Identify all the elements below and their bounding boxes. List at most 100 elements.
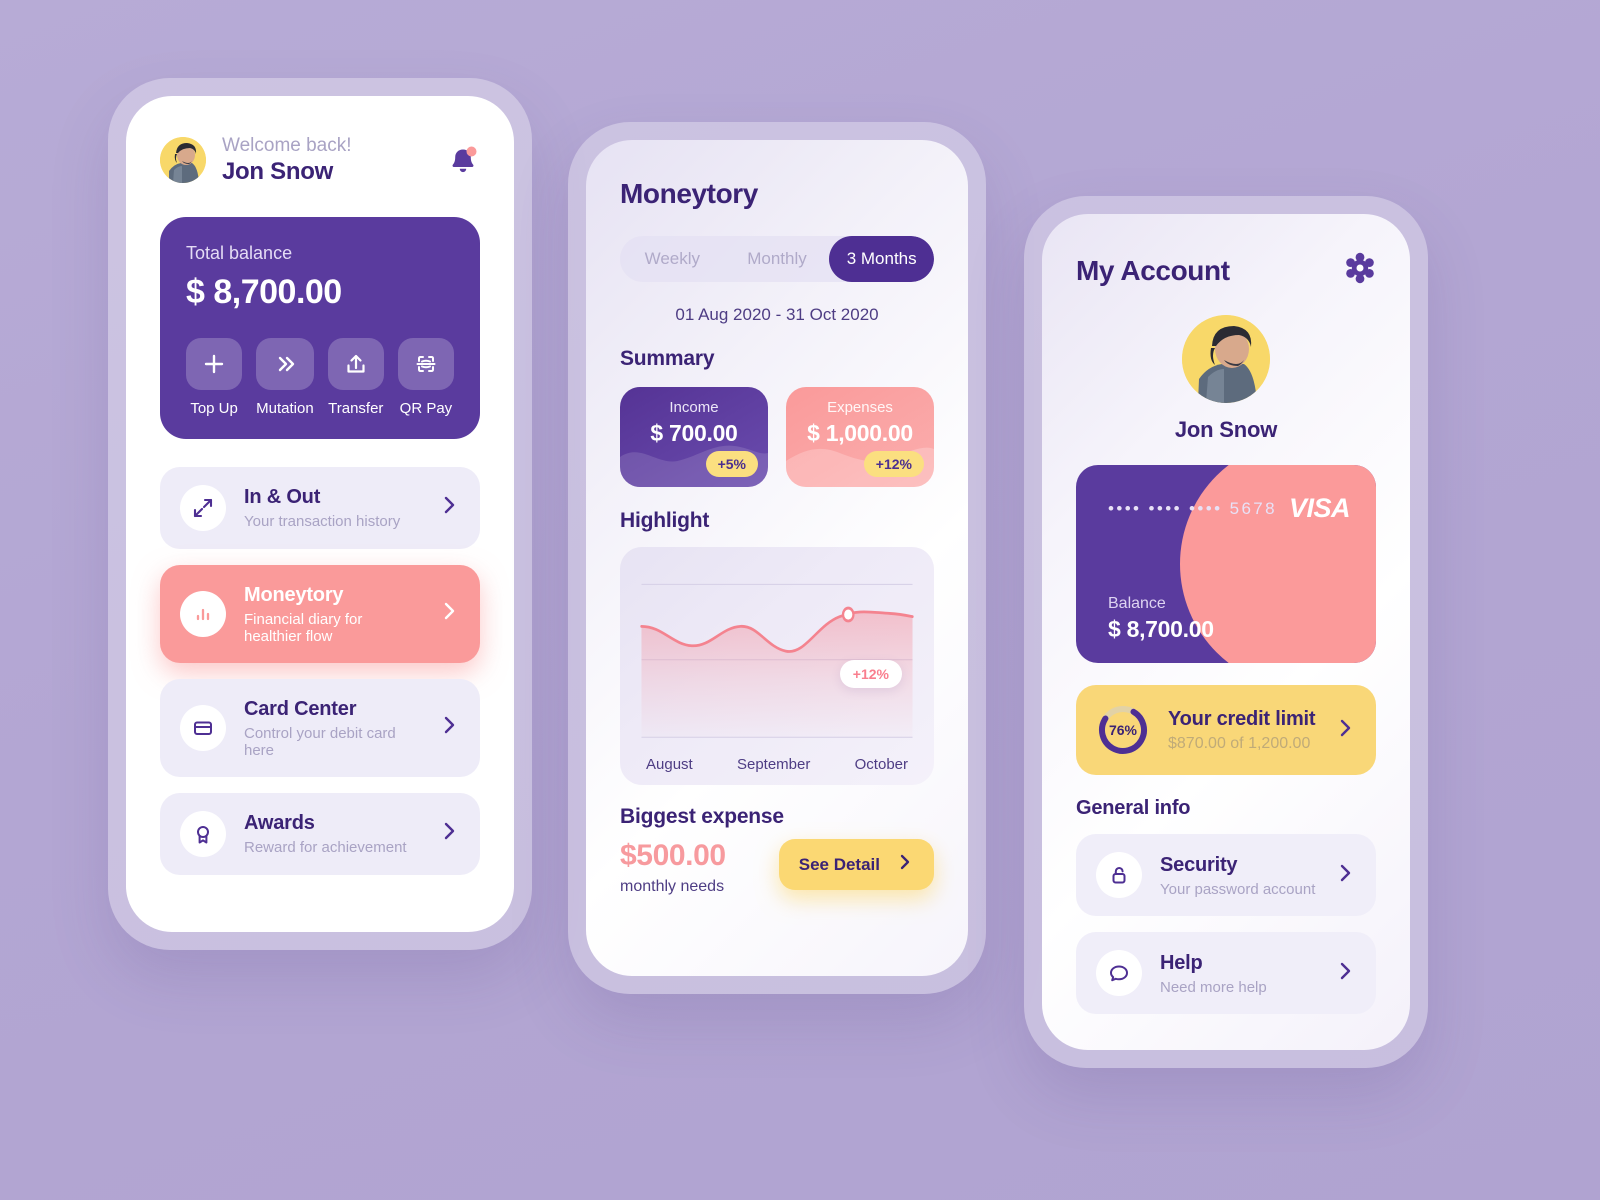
menu-item-title: In & Out [244,486,321,509]
welcome-label: Welcome back! [222,135,352,156]
balance-label: Total balance [186,242,293,263]
chevron-right-icon [1334,862,1356,889]
menu-item-text: Moneytory Financial diary for healthier … [244,583,420,645]
progress-ring-icon: 76% [1096,703,1150,757]
summary-card-income[interactable]: Income $ 700.00 +5% [620,387,768,487]
avatar[interactable] [1182,315,1270,403]
chevron-right-icon [1334,960,1356,987]
summary-label: Income [669,399,719,416]
page-title: My Account [1076,254,1230,286]
menu-item-moneytory[interactable]: Moneytory Financial diary for healthier … [160,564,480,663]
summary-title: Summary [620,347,715,370]
menu-item-title: Help [1160,951,1203,974]
highlight-chart-card: +12% August September October [620,547,934,785]
menu-item-text: Card Center Control your debit card here [244,697,420,759]
profile-name: Jon Snow [1174,417,1278,442]
menu-item-subtitle: Your transaction history [244,513,401,531]
period-tabs: Weekly Monthly 3 Months [620,236,934,282]
general-info-title: General info [1076,797,1191,819]
phone-2-frame: Moneytory Weekly Monthly 3 Months 01 Aug… [568,122,986,994]
summary-card-expenses[interactable]: Expenses $ 1,000.00 +12% [786,387,934,487]
phone-1-screen: Welcome back! Jon Snow Total balance $ 8… [126,96,514,932]
qr-scan-icon [397,337,455,390]
credit-card-icon [180,704,226,751]
menu-item-help[interactable]: Help Need more help [1076,932,1376,1014]
menu-item-text: Awards Reward for achievement [244,811,420,856]
see-detail-label: See Detail [798,854,880,874]
card-balance-amount: $ 8,700.00 [1108,616,1214,642]
biggest-expense-amount: $500.00 [620,839,726,872]
total-balance-card: Total balance $ 8,700.00 Top Up Mutation… [160,216,480,439]
menu-item-subtitle: Financial diary for healthier flow [244,610,363,645]
upload-icon [327,337,384,390]
action-mutation[interactable]: Mutation [256,337,314,417]
x-tick-label: October [854,756,908,773]
summary-badge: +12% [863,451,924,477]
biggest-expense-row: $500.00 monthly needs See Detail [620,839,934,896]
chart-annotation-badge: +12% [839,660,902,689]
settings-button[interactable] [1344,252,1376,289]
bar-chart-icon [180,590,226,637]
gear-icon [1346,252,1374,284]
menu-item-security[interactable]: Security Your password account [1076,834,1376,916]
my-account-content: My Account Jon Snow •••• •••• •••• 5678 … [1042,214,1410,1014]
menu-item-text: Security Your password account [1160,853,1316,898]
menu-item-title: Awards [244,812,315,835]
visa-logo: VISA [1288,493,1351,523]
chevron-right-icon [438,600,460,627]
action-label: Top Up [190,399,238,417]
page-title: Moneytory [620,178,758,209]
tab-3-months[interactable]: 3 Months [829,236,934,282]
visa-card[interactable]: •••• •••• •••• 5678 VISA Balance $ 8,700… [1076,465,1376,663]
chevron-right-icon [896,853,914,876]
menu-item-card-center[interactable]: Card Center Control your debit card here [160,678,480,777]
menu-item-title: Security [1160,853,1238,876]
tab-monthly[interactable]: Monthly [725,236,830,282]
medal-icon [180,810,226,857]
biggest-expense-values: $500.00 monthly needs [620,839,726,896]
see-detail-button[interactable]: See Detail [778,839,934,890]
avatar[interactable] [160,137,206,184]
menu-item-in-and-out[interactable]: In & Out Your transaction history [160,466,480,549]
x-tick-label: September [736,756,811,773]
bell-icon [452,146,477,173]
credit-text-block: Your credit limit $870.00 of 1,200.00 [1168,708,1316,753]
menu-item-awards[interactable]: Awards Reward for achievement [160,792,480,875]
chart-x-axis: August September October [638,756,916,773]
biggest-expense-subtitle: monthly needs [620,878,725,895]
biggest-expense-title: Biggest expense [620,805,784,828]
credit-title: Your credit limit [1168,707,1316,730]
moneytory-content: Moneytory Weekly Monthly 3 Months 01 Aug… [586,140,968,896]
x-tick-label: August [646,756,693,773]
lock-icon [1096,852,1142,898]
chart-marker-point [841,606,855,623]
chevron-right-icon [438,820,460,847]
general-info-list: Security Your password account Help Need… [1076,834,1376,1014]
menu-item-title: Moneytory [244,583,344,606]
credit-percent: 76% [1108,722,1138,738]
action-top-up[interactable]: Top Up [186,337,243,417]
account-header: My Account [1076,252,1376,289]
summary-amount: $ 1,000.00 [807,420,913,446]
area-chart[interactable]: +12% [638,565,916,748]
action-qr-pay[interactable]: QR Pay [397,337,455,417]
chevron-right-icon [1334,717,1356,744]
credit-subtitle: $870.00 of 1,200.00 [1168,734,1311,752]
action-transfer[interactable]: Transfer [327,337,384,417]
summary-cards: Income $ 700.00 +5% Expenses $ 1,000.00 … [620,387,934,487]
tab-weekly[interactable]: Weekly [620,236,725,282]
summary-label: Expenses [827,399,893,416]
credit-limit-card[interactable]: 76% Your credit limit $870.00 of 1,200.0… [1076,685,1376,775]
welcome-header: Welcome back! Jon Snow [160,134,480,187]
action-label: QR Pay [399,399,453,417]
phone-1-frame: Welcome back! Jon Snow Total balance $ 8… [108,78,532,950]
plus-icon [186,337,243,390]
chevron-right-icon [438,494,460,521]
menu-item-title: Card Center [244,697,357,720]
chart-svg [640,583,914,738]
menu-item-text: Help Need more help [1160,951,1316,996]
menu-item-subtitle: Reward for achievement [244,839,407,857]
notification-bell-button[interactable] [446,143,480,177]
main-menu-list: In & Out Your transaction history Moneyt… [160,466,480,875]
action-label: Transfer [328,399,384,417]
